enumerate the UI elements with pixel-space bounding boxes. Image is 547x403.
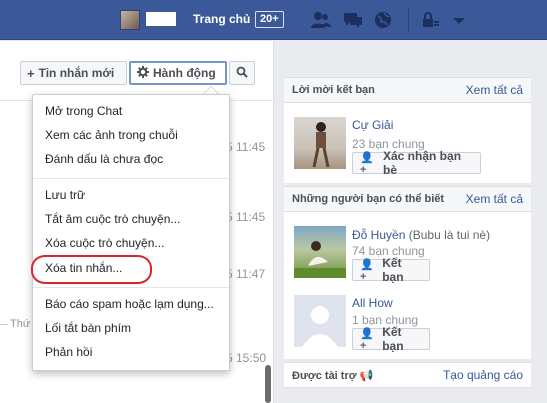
add-friend-icon: 👤+ bbox=[360, 151, 374, 176]
home-link[interactable]: Trang chủ bbox=[193, 12, 250, 26]
menu-item-delete-conversation[interactable]: Xóa cuộc trò chuyện... bbox=[45, 236, 164, 250]
home-count-badge: 20+ bbox=[255, 11, 284, 28]
friend-requests-title: Lời mời kết bạn bbox=[292, 84, 375, 96]
people-you-may-know-header: Những người bạn có thể biết Xem tất cả bbox=[284, 186, 531, 212]
menu-item-keyboard-shortcuts[interactable]: Lối tắt bàn phím bbox=[45, 321, 131, 335]
message-timestamp: 5 11:45 bbox=[226, 140, 266, 154]
confirm-friend-button[interactable]: 👤+ Xác nhận bạn bè bbox=[352, 149, 481, 177]
plus-icon: + bbox=[27, 65, 35, 81]
add-friend-label: Kết bạn bbox=[382, 325, 404, 353]
profile-avatar[interactable] bbox=[120, 10, 140, 30]
message-timestamp: 5 11:47 bbox=[226, 267, 266, 281]
menu-separator bbox=[33, 178, 229, 179]
person-photo[interactable] bbox=[294, 117, 346, 169]
day-divider-line bbox=[0, 324, 8, 325]
add-friend-icon: 👤+ bbox=[360, 258, 374, 283]
topbar-divider bbox=[408, 8, 409, 32]
menu-item-mute-conversation[interactable]: Tắt âm cuộc trò chuyện... bbox=[45, 212, 180, 226]
account-caret-icon[interactable] bbox=[448, 9, 470, 31]
sponsored-header: Được tài trợ 📢 Tạo quảng cáo bbox=[284, 362, 531, 388]
confirm-friend-label: Xác nhận bạn bè bbox=[383, 149, 462, 177]
default-profile-photo[interactable] bbox=[294, 295, 346, 347]
megaphone-icon: 📢 bbox=[359, 370, 374, 382]
friend-requests-see-all-link[interactable]: Xem tất cả bbox=[466, 83, 523, 97]
create-ad-link[interactable]: Tạo quảng cáo bbox=[443, 368, 523, 382]
thread-scrollbar[interactable] bbox=[265, 365, 271, 403]
person-photo[interactable] bbox=[294, 226, 346, 278]
actions-button[interactable]: Hành động bbox=[129, 61, 227, 85]
people-you-may-know-see-all-link[interactable]: Xem tất cả bbox=[466, 192, 523, 206]
actions-dropdown-menu: Mở trong Chat Xem các ảnh trong chuỗi Đá… bbox=[32, 94, 230, 371]
person-name-link[interactable]: Cự Giải bbox=[352, 118, 393, 132]
menu-item-feedback[interactable]: Phản hồi bbox=[45, 345, 92, 359]
menu-item-mark-unread[interactable]: Đánh dấu là chưa đọc bbox=[45, 152, 163, 166]
top-navigation-bar: Trang chủ 20+ bbox=[0, 0, 547, 40]
highlight-annotation bbox=[31, 255, 152, 284]
search-button[interactable] bbox=[229, 61, 255, 85]
menu-separator bbox=[33, 287, 229, 288]
new-message-label: Tin nhắn mới bbox=[38, 66, 115, 80]
add-friend-button[interactable]: 👤+ Kết bạn bbox=[352, 325, 430, 353]
add-friend-icon: 👤+ bbox=[360, 327, 374, 352]
messages-icon[interactable] bbox=[342, 9, 364, 31]
search-icon bbox=[236, 66, 248, 81]
new-message-button[interactable]: + Tin nhắn mới bbox=[20, 61, 127, 85]
profile-name-redacted[interactable] bbox=[146, 12, 176, 26]
actions-label: Hành động bbox=[153, 66, 216, 80]
person-name-link[interactable]: All How bbox=[352, 296, 393, 310]
person-name-link[interactable]: Đỗ Huyền (Bubu là tui nè) bbox=[352, 228, 490, 242]
add-friend-button[interactable]: 👤+ Kết bạn bbox=[352, 256, 430, 284]
message-timestamp: 5 11:45 bbox=[226, 210, 266, 224]
friend-requests-icon[interactable] bbox=[310, 9, 332, 31]
person-note: (Bubu là tui nè) bbox=[408, 228, 491, 242]
message-timestamp: 5 15:50 bbox=[226, 351, 267, 365]
add-friend-label: Kết bạn bbox=[382, 256, 404, 284]
day-divider-label: Thứ bbox=[10, 318, 31, 330]
privacy-lock-icon[interactable] bbox=[420, 9, 442, 31]
menu-item-view-photos[interactable]: Xem các ảnh trong chuỗi bbox=[45, 128, 178, 142]
friend-requests-header: Lời mời kết bạn Xem tất cả bbox=[284, 77, 531, 103]
menu-item-report-spam[interactable]: Báo cáo spam hoặc lạm dụng... bbox=[45, 297, 214, 311]
notifications-globe-icon[interactable] bbox=[372, 9, 394, 31]
menu-item-archive[interactable]: Lưu trữ bbox=[45, 188, 85, 202]
gear-icon bbox=[137, 65, 149, 81]
people-you-may-know-title: Những người bạn có thể biết bbox=[292, 193, 445, 205]
sponsored-title: Được tài trợ 📢 bbox=[292, 370, 374, 382]
menu-item-open-in-chat[interactable]: Mở trong Chat bbox=[45, 104, 122, 118]
